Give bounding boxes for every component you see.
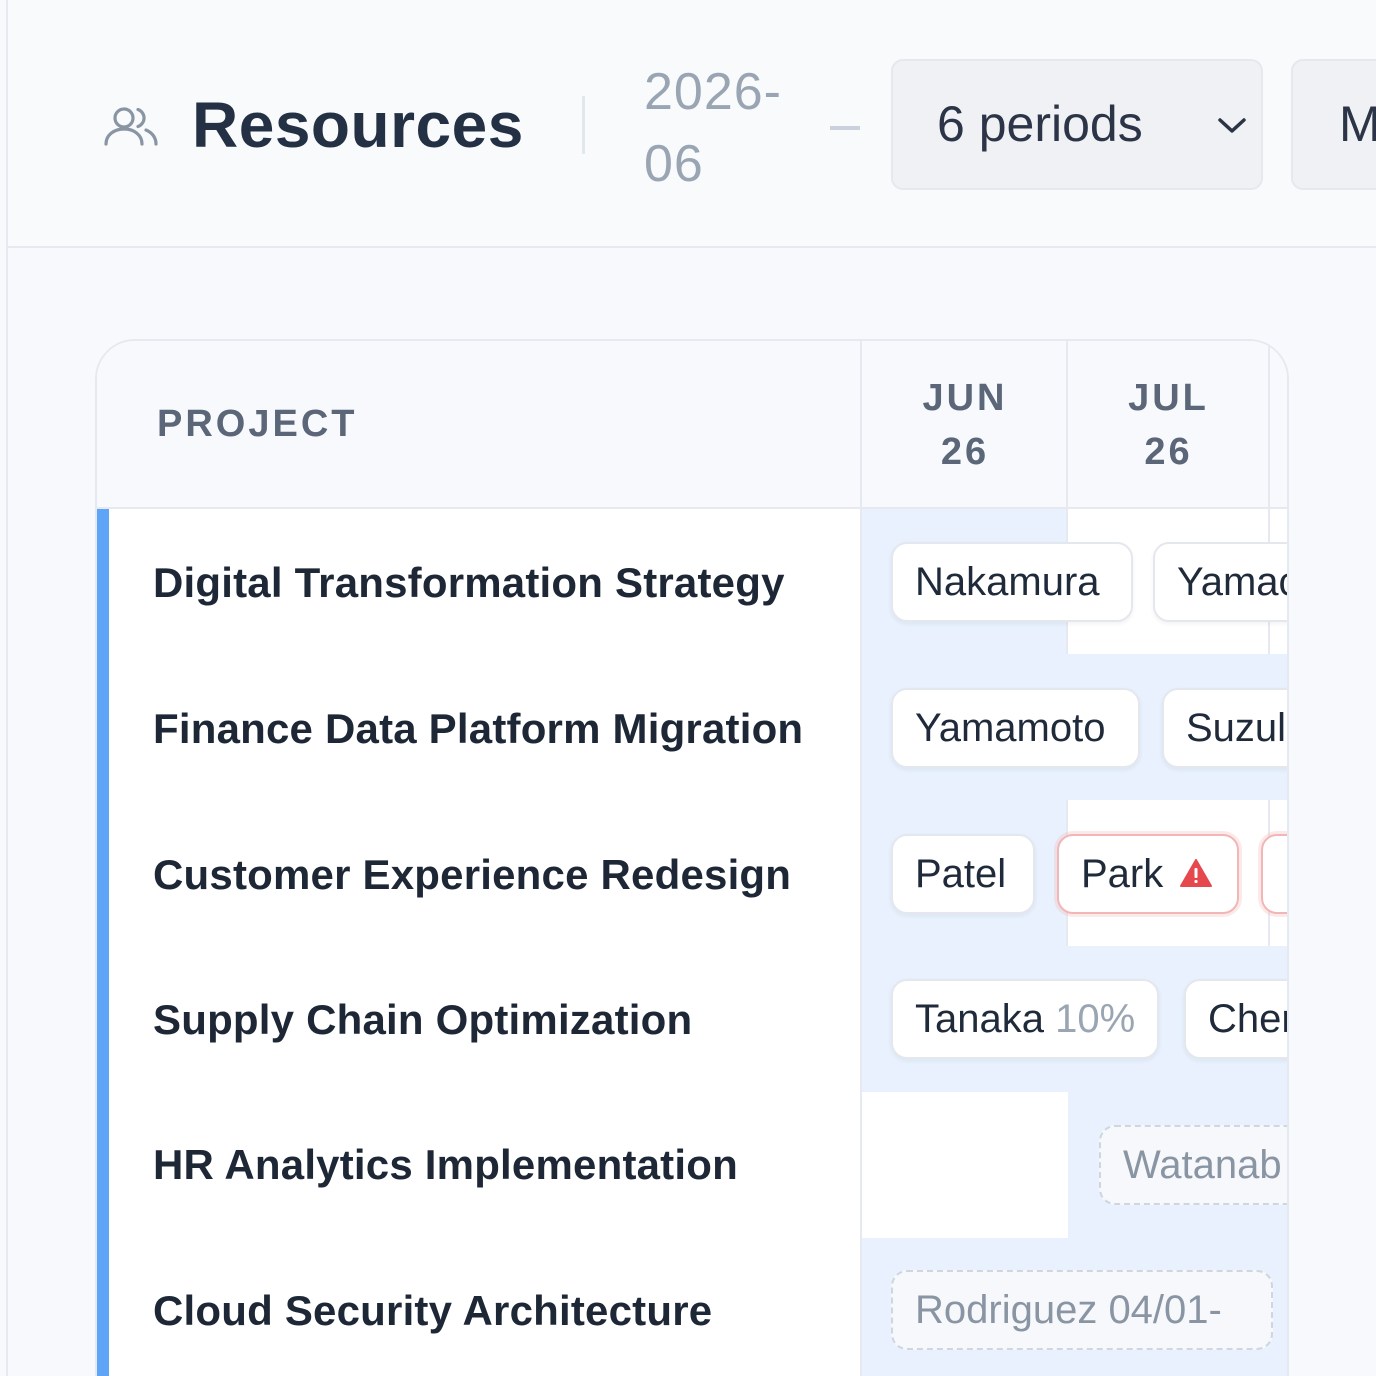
period-select-label: 6 periods (937, 96, 1143, 152)
resource-name: Patel (915, 852, 1007, 896)
resource-chip[interactable] (1261, 834, 1287, 914)
resource-chip[interactable]: Suzul (1162, 688, 1287, 768)
row-project-name[interactable]: Digital Transformation Strategy (153, 559, 785, 607)
date-range-start[interactable]: 2026-06 (644, 56, 814, 200)
row-project-name[interactable]: HR Analytics Implementation (153, 1141, 738, 1189)
resources-app: Resources 2026-06 6 periods M PROJECT JU… (0, 0, 1376, 1376)
row-project-name[interactable]: Supply Chain Optimization (153, 996, 692, 1044)
view-mode-button[interactable]: M (1291, 59, 1376, 190)
view-mode-label: M (1339, 95, 1376, 153)
row-project-name[interactable]: Finance Data Platform Migration (153, 705, 803, 753)
resource-table: PROJECT JUN 26 JUL 26 Digital Transforma… (95, 339, 1289, 1376)
resource-chip[interactable]: Tanaka 10% (891, 979, 1159, 1059)
page-header: Resources 2026-06 6 periods M (8, 0, 1376, 248)
column-month: JUL (1128, 377, 1209, 419)
column-header-jul[interactable]: JUL 26 (1068, 371, 1269, 479)
header-divider (582, 96, 585, 154)
row-project-name[interactable]: Cloud Security Architecture (153, 1287, 712, 1335)
resource-name: Yamamoto (915, 706, 1106, 750)
resource-chip-tentative[interactable]: Rodriguez 04/01- (891, 1270, 1273, 1350)
column-month: JUN (922, 377, 1008, 419)
resource-name: Cher (1208, 997, 1289, 1041)
resource-name: Yamac (1177, 560, 1289, 604)
column-header-jun[interactable]: JUN 26 (862, 371, 1068, 479)
users-icon (104, 107, 158, 146)
resource-chip[interactable]: Cher (1184, 979, 1289, 1059)
period-select[interactable]: 6 periods (891, 59, 1263, 190)
resource-name: Rodriguez 04/01- (915, 1288, 1222, 1332)
resource-name: Nakamura (915, 560, 1100, 604)
chevron-down-icon (1218, 118, 1246, 133)
date-range-dash (830, 126, 860, 130)
resource-chip[interactable]: Yamac (1153, 542, 1289, 622)
resource-name: Park (1081, 852, 1164, 896)
table-header: PROJECT JUN 26 JUL 26 (97, 341, 1287, 509)
allocation-percent: 10% (1055, 997, 1136, 1041)
resource-name: Watanab (1123, 1143, 1282, 1187)
resource-chip[interactable]: Yamamoto (891, 688, 1140, 768)
column-divider (860, 341, 862, 1376)
row-project-name[interactable]: Customer Experience Redesign (153, 851, 791, 899)
resource-chip-overallocated[interactable]: Park (1057, 834, 1239, 914)
column-year: 26 (1144, 431, 1193, 473)
resource-name: Tanaka (915, 997, 1044, 1041)
resource-chip[interactable]: Nakamura (891, 542, 1133, 622)
column-divider (1066, 341, 1068, 509)
project-column-header: PROJECT (157, 403, 358, 445)
warning-triangle-icon (1180, 859, 1213, 888)
resource-chip-tentative[interactable]: Watanab (1099, 1125, 1287, 1205)
column-year: 26 (940, 431, 990, 473)
resource-name: Suzul (1186, 706, 1287, 750)
resource-chip[interactable]: Patel (891, 834, 1035, 914)
page-title: Resources (192, 89, 524, 161)
group-accent-bar (97, 509, 109, 1376)
